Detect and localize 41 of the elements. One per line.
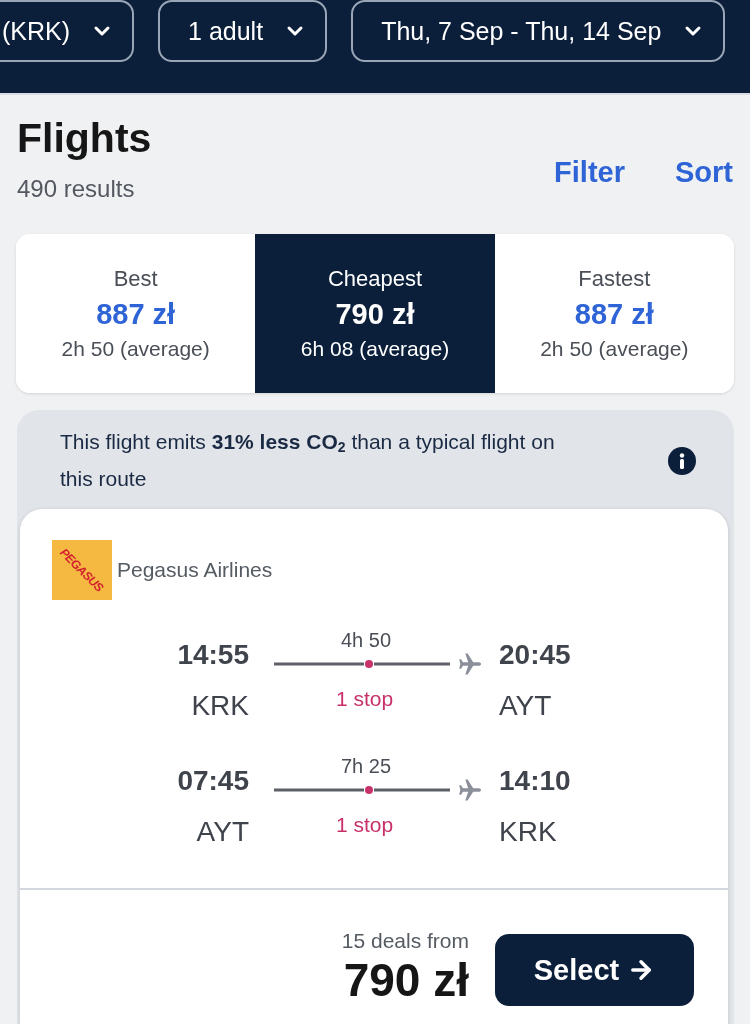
arrival-time: 14:10 (499, 764, 571, 798)
deals-count: 15 deals from (341, 928, 469, 954)
airline-name: Pegasus Airlines (117, 558, 273, 582)
airplane-icon (458, 779, 482, 801)
sort-tab[interactable]: Cheapest 790 zł 6h 08 (average) (255, 234, 495, 393)
stop-dot-icon (365, 786, 373, 794)
stop-dot-icon (365, 660, 373, 668)
departure-airport: KRK (191, 689, 249, 723)
tab-label: Best (113, 264, 158, 293)
airplane-icon (458, 653, 482, 675)
tab-duration: 6h 08 (average) (300, 335, 450, 362)
tab-duration: 2h 50 (average) (61, 335, 210, 362)
page-title: Flights (17, 114, 152, 163)
sort-link[interactable]: Sort (675, 155, 733, 189)
filter-link[interactable]: Filter (554, 155, 625, 189)
search-dropdown[interactable]: (KRK) (0, 0, 135, 62)
arrival-airport: AYT (499, 689, 552, 723)
tab-label: Fastest (578, 264, 651, 293)
tab-price: 887 zł (96, 296, 176, 332)
emissions-notice: This flight emits 31% less CO$_{2}$ than a typical flight on this route (60, 429, 556, 492)
sort-tab[interactable]: Fastest 887 zł 2h 50 (average) (494, 234, 734, 393)
price: 790 zł (343, 954, 469, 1006)
tab-duration: 2h 50 (average) (540, 335, 689, 362)
search-dropdown[interactable]: 1 adult (158, 0, 328, 62)
arrival-time: 20:45 (499, 638, 571, 672)
tab-label: Cheapest (327, 264, 423, 293)
flight-duration: 4h 50 (341, 628, 392, 652)
results-count: 490 results (17, 174, 136, 204)
tab-price: 790 zł (335, 296, 415, 332)
search-dropdown[interactable]: Thu, 7 Sep - Thu, 14 Sep (351, 0, 726, 62)
departure-time: 14:55 (177, 638, 249, 672)
flight-duration: 7h 25 (341, 754, 392, 778)
departure-time: 07:45 (177, 764, 249, 798)
departure-airport: AYT (196, 815, 249, 849)
arrival-airport: KRK (499, 815, 557, 849)
stops-label: 1 stop (336, 812, 394, 838)
stops-label: 1 stop (336, 686, 394, 712)
sort-tab[interactable]: Best 887 zł 2h 50 (average) (16, 234, 256, 393)
select-button[interactable]: Select (495, 934, 694, 1006)
info-icon[interactable] (668, 446, 696, 475)
tab-price: 887 zł (574, 296, 654, 332)
